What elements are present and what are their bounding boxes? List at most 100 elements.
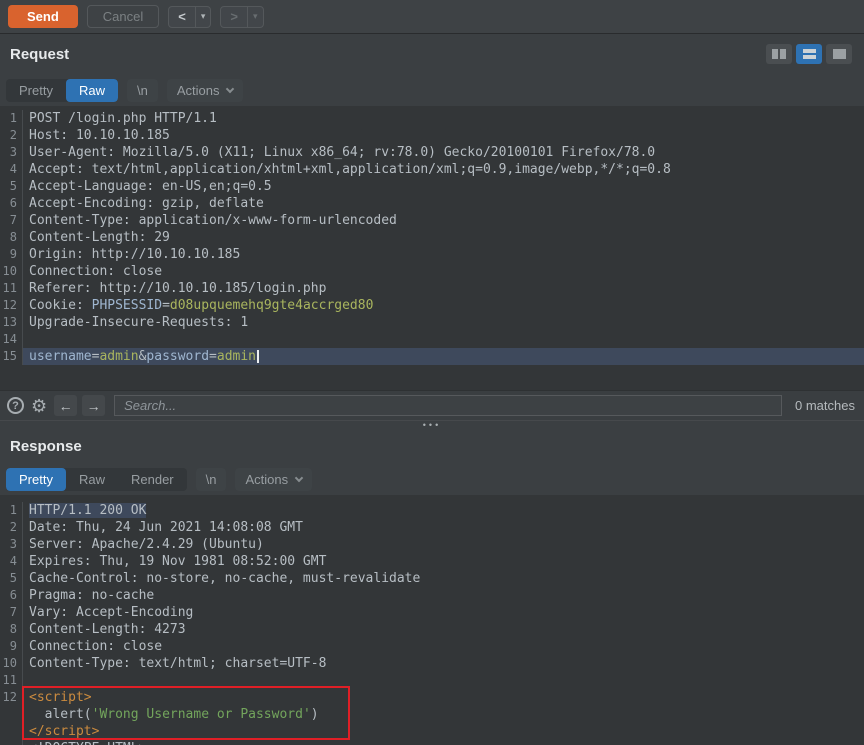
search-prev-button[interactable]: ← xyxy=(54,395,77,416)
burp-repeater-panel: Send Cancel < ▾ > ▾ Request xyxy=(0,0,864,745)
response-editor[interactable]: 1HTTP/1.1 200 OK2Date: Thu, 24 Jun 2021 … xyxy=(0,495,864,745)
columns-layout-icon xyxy=(772,49,786,59)
response-header: Response xyxy=(0,429,864,463)
response-tab-raw[interactable]: Raw xyxy=(66,468,118,491)
response-newline-toggle[interactable]: \n xyxy=(196,468,227,491)
code-line[interactable]: 6Pragma: no-cache xyxy=(0,587,864,604)
code-line[interactable]: 4Accept: text/html,application/xhtml+xml… xyxy=(0,161,864,178)
help-icon[interactable]: ? xyxy=(7,397,24,414)
line-number: 13 xyxy=(0,314,23,331)
request-view-tabs: Pretty Raw xyxy=(6,79,118,102)
request-tab-bar: Pretty Raw \n Actions xyxy=(0,74,864,106)
request-newline-toggle[interactable]: \n xyxy=(127,79,158,102)
response-actions-label: Actions xyxy=(245,472,288,487)
forward-button[interactable]: > xyxy=(221,7,247,27)
forward-dropdown-icon[interactable]: ▾ xyxy=(247,7,263,27)
code-line[interactable]: 12Cookie: PHPSESSID=d08upquemehq9gte4acc… xyxy=(0,297,864,314)
layout-single-button[interactable] xyxy=(826,44,852,64)
code-line[interactable]: 10Connection: close xyxy=(0,263,864,280)
response-tab-pretty[interactable]: Pretty xyxy=(6,468,66,491)
layout-columns-button[interactable] xyxy=(766,44,792,64)
request-panel: Request Pretty Raw \n Actions xyxy=(0,34,864,429)
line-number: 15 xyxy=(0,348,23,365)
history-back-group: < ▾ xyxy=(168,6,211,28)
line-number: 1 xyxy=(0,502,23,519)
code-line[interactable]: 6Accept-Encoding: gzip, deflate xyxy=(0,195,864,212)
back-button[interactable]: < xyxy=(169,7,195,27)
code-line[interactable]: 8Content-Length: 29 xyxy=(0,229,864,246)
line-number xyxy=(0,740,23,745)
line-number: 14 xyxy=(0,331,23,348)
response-code: 1HTTP/1.1 200 OK2Date: Thu, 24 Jun 2021 … xyxy=(0,502,864,745)
line-number: 10 xyxy=(0,263,23,280)
search-next-button[interactable]: → xyxy=(82,395,105,416)
code-line[interactable]: 12<script> xyxy=(0,689,864,706)
code-line[interactable]: <!DOCTYPE HTML> xyxy=(0,740,864,745)
request-tab-pretty[interactable]: Pretty xyxy=(6,79,66,102)
code-line[interactable]: 10Content-Type: text/html; charset=UTF-8 xyxy=(0,655,864,672)
code-line[interactable]: </script> xyxy=(0,723,864,740)
gear-icon[interactable]: ⚙ xyxy=(31,397,47,415)
code-line[interactable]: 13Upgrade-Insecure-Requests: 1 xyxy=(0,314,864,331)
code-line[interactable]: 7Content-Type: application/x-www-form-ur… xyxy=(0,212,864,229)
line-number: 7 xyxy=(0,212,23,229)
panel-splitter[interactable]: ••• xyxy=(0,420,864,429)
drag-handle-icon: ••• xyxy=(423,423,441,427)
request-actions-label: Actions xyxy=(177,83,220,98)
chevron-down-icon xyxy=(226,84,234,92)
toolbar: Send Cancel < ▾ > ▾ xyxy=(0,0,864,34)
line-number: 2 xyxy=(0,127,23,144)
code-line[interactable]: 5Cache-Control: no-store, no-cache, must… xyxy=(0,570,864,587)
code-line[interactable]: 8Content-Length: 4273 xyxy=(0,621,864,638)
code-line[interactable]: 3User-Agent: Mozilla/5.0 (X11; Linux x86… xyxy=(0,144,864,161)
line-number: 3 xyxy=(0,536,23,553)
code-line[interactable]: 14 xyxy=(0,331,864,348)
code-line[interactable]: 1POST /login.php HTTP/1.1 xyxy=(0,110,864,127)
request-tab-raw[interactable]: Raw xyxy=(66,79,118,102)
response-panel: Response Pretty Raw Render \n Actions 1H… xyxy=(0,429,864,745)
chevron-down-icon xyxy=(295,473,303,481)
line-number: 4 xyxy=(0,161,23,178)
search-input[interactable] xyxy=(114,395,782,416)
code-line[interactable]: 2Host: 10.10.10.185 xyxy=(0,127,864,144)
search-bar: ? ⚙ ← → 0 matches xyxy=(0,390,864,420)
line-number: 12 xyxy=(0,297,23,314)
rows-layout-icon xyxy=(803,49,816,59)
line-number: 3 xyxy=(0,144,23,161)
line-number xyxy=(0,723,23,740)
code-line[interactable]: 1HTTP/1.1 200 OK xyxy=(0,502,864,519)
code-line[interactable]: 9Connection: close xyxy=(0,638,864,655)
line-number: 8 xyxy=(0,229,23,246)
request-actions-button[interactable]: Actions xyxy=(167,79,244,102)
line-number: 9 xyxy=(0,246,23,263)
line-number: 1 xyxy=(0,110,23,127)
layout-buttons xyxy=(766,44,852,64)
single-pane-icon xyxy=(833,49,846,59)
response-actions-button[interactable]: Actions xyxy=(235,468,312,491)
code-line[interactable]: 9Origin: http://10.10.10.185 xyxy=(0,246,864,263)
line-number: 4 xyxy=(0,553,23,570)
response-tab-render[interactable]: Render xyxy=(118,468,187,491)
code-line[interactable]: 5Accept-Language: en-US,en;q=0.5 xyxy=(0,178,864,195)
response-title: Response xyxy=(10,438,82,455)
request-header: Request xyxy=(0,34,864,74)
line-number: 6 xyxy=(0,195,23,212)
line-number xyxy=(0,706,23,723)
layout-rows-button[interactable] xyxy=(796,44,822,64)
line-number: 10 xyxy=(0,655,23,672)
request-code: 1POST /login.php HTTP/1.12Host: 10.10.10… xyxy=(0,110,864,365)
code-line[interactable]: 7Vary: Accept-Encoding xyxy=(0,604,864,621)
code-line[interactable]: 11 xyxy=(0,672,864,689)
code-line[interactable]: 11Referer: http://10.10.10.185/login.php xyxy=(0,280,864,297)
code-line[interactable]: alert('Wrong Username or Password') xyxy=(0,706,864,723)
send-button[interactable]: Send xyxy=(8,5,78,28)
line-number: 2 xyxy=(0,519,23,536)
back-dropdown-icon[interactable]: ▾ xyxy=(195,7,211,27)
code-line[interactable]: 15username=admin&password=admin xyxy=(0,348,864,365)
code-line[interactable]: 3Server: Apache/2.4.29 (Ubuntu) xyxy=(0,536,864,553)
cancel-button[interactable]: Cancel xyxy=(87,5,159,28)
code-line[interactable]: 4Expires: Thu, 19 Nov 1981 08:52:00 GMT xyxy=(0,553,864,570)
code-line[interactable]: 2Date: Thu, 24 Jun 2021 14:08:08 GMT xyxy=(0,519,864,536)
request-editor[interactable]: 1POST /login.php HTTP/1.12Host: 10.10.10… xyxy=(0,106,864,390)
line-number: 6 xyxy=(0,587,23,604)
